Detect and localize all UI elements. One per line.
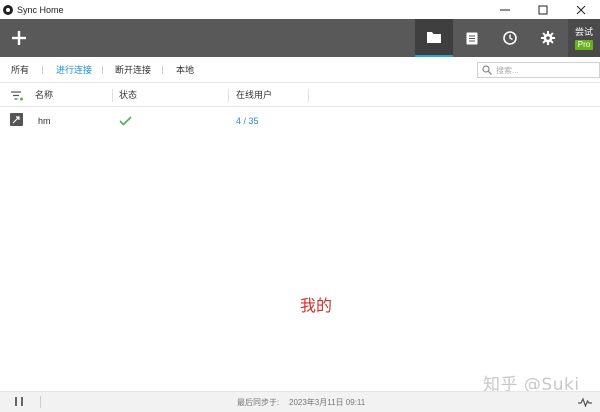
search-box <box>477 62 600 78</box>
table-row[interactable]: hm 4 / 35 <box>0 108 600 134</box>
last-sync-label: 最后同步于: <box>237 398 280 407</box>
column-divider <box>228 89 229 102</box>
filter-divider <box>42 66 43 74</box>
trial-pro-button[interactable]: 尝试 Pro <box>568 19 600 57</box>
tab-folders-button[interactable] <box>415 19 453 57</box>
plus-icon <box>12 31 26 45</box>
filter-tab-local[interactable]: 本地 <box>176 57 194 83</box>
pause-button[interactable] <box>13 396 25 408</box>
last-sync-time: 2023年3月11日 09:11 <box>289 398 366 407</box>
column-header-online-users[interactable]: 在线用户 <box>236 84 272 107</box>
window-controls <box>486 0 600 19</box>
check-icon <box>119 116 132 126</box>
maximize-icon <box>538 5 548 14</box>
footer-divider <box>40 396 41 408</box>
main-toolbar: 尝试 Pro <box>0 19 600 57</box>
tab-settings-button[interactable] <box>529 19 567 57</box>
column-divider <box>112 89 113 102</box>
document-icon <box>466 32 478 44</box>
window-title: Sync Home <box>17 4 64 15</box>
row-name: hm <box>38 116 51 126</box>
filter-divider <box>102 66 103 74</box>
app-logo-icon <box>3 4 13 15</box>
tab-history-button[interactable] <box>491 19 529 57</box>
filter-tab-connected[interactable]: 进行连接 <box>56 57 92 83</box>
close-icon <box>576 5 586 14</box>
add-button[interactable] <box>0 19 38 57</box>
clock-icon <box>503 31 517 45</box>
gear-icon <box>541 31 555 45</box>
filter-tab-disconnected[interactable]: 断开连接 <box>115 57 151 83</box>
folder-icon <box>427 32 441 43</box>
filter-tab-all[interactable]: 所有 <box>11 57 29 83</box>
column-divider <box>308 89 309 102</box>
table-header: 名称 状态 在线用户 <box>0 84 600 107</box>
status-footer: 最后同步于: 2023年3月11日 09:11 <box>0 391 600 412</box>
search-icon <box>482 65 492 75</box>
maximize-button[interactable] <box>524 0 562 19</box>
search-input[interactable] <box>496 65 596 75</box>
column-header-status[interactable]: 状态 <box>119 84 137 107</box>
pause-icon-bar <box>15 397 17 406</box>
folder-link-icon <box>10 113 23 126</box>
pro-badge: Pro <box>574 39 594 50</box>
title-bar: Sync Home <box>0 0 600 19</box>
close-button[interactable] <box>562 0 600 19</box>
column-header-name[interactable]: 名称 <box>35 84 53 107</box>
tab-documents-button[interactable] <box>453 19 491 57</box>
minimize-icon <box>500 9 510 10</box>
column-filter-icon[interactable] <box>11 90 23 101</box>
row-online-users: 4 / 35 <box>236 116 259 126</box>
trial-label: 尝试 <box>574 26 593 37</box>
pause-icon-bar <box>21 397 23 406</box>
filter-bar: 所有 进行连接 断开连接 本地 <box>0 57 600 83</box>
activity-pulse-icon[interactable] <box>578 397 592 407</box>
filter-divider <box>162 66 163 74</box>
center-annotation-text: 我的 <box>300 296 333 315</box>
minimize-button[interactable] <box>486 0 524 19</box>
